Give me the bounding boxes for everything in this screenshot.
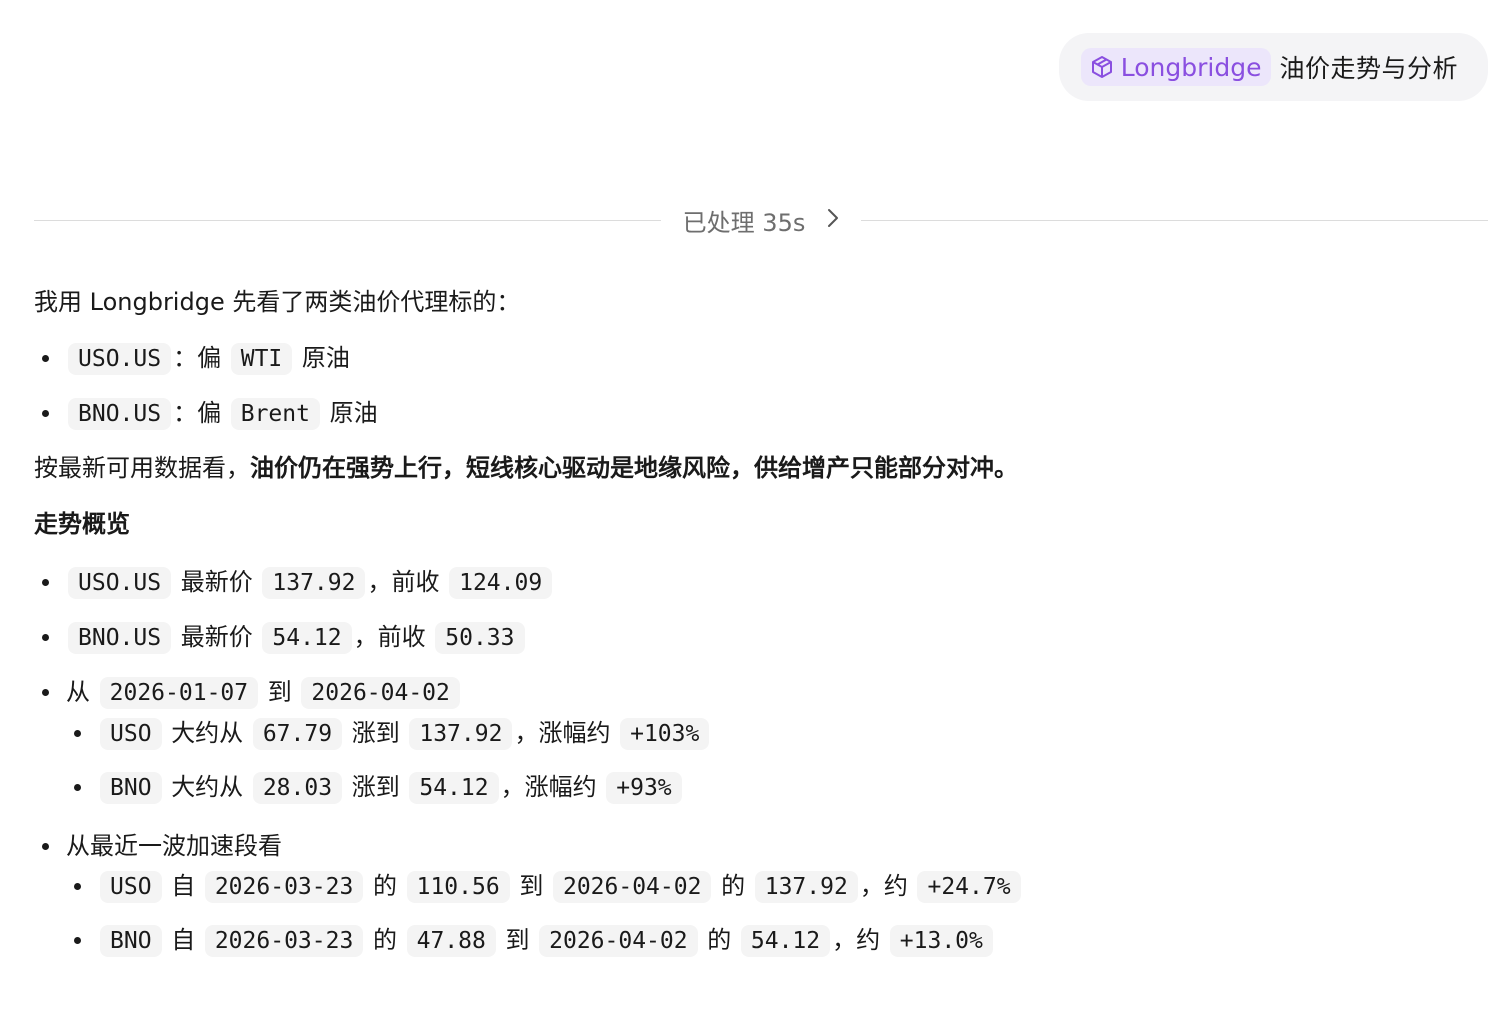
- proxy-list: USO.US ：偏 WTI 原油 BNO.US ：偏 Brent 原油: [34, 340, 1474, 432]
- answer-summary: 按最新可用数据看，油价仍在强势上行，短线核心驱动是地缘风险，供给增产只能部分对冲…: [34, 450, 1474, 486]
- summary-prefix: 按最新可用数据看，: [34, 454, 250, 482]
- date-code: 2026-04-02: [301, 677, 460, 709]
- ticker-code: BNO: [100, 925, 162, 957]
- list-item: BNO.US 最新价 54.12 ，前收 50.33: [34, 619, 1474, 656]
- value-code: 47.88: [406, 925, 496, 957]
- date-code: 2026-01-07: [99, 677, 259, 709]
- ticker-code: BNO: [100, 772, 162, 804]
- list-text: 从: [66, 678, 90, 706]
- value-code: 54.12: [409, 772, 499, 804]
- list-item: USO.US ：偏 WTI 原油: [34, 340, 1474, 377]
- list-text: ，涨幅约: [500, 773, 597, 801]
- user-message-bubble: Longbridge 油价走势与分析: [1058, 33, 1488, 101]
- divider-line-right: [861, 219, 1489, 221]
- prev-close: 50.33: [435, 622, 525, 654]
- divider-line-left: [34, 219, 661, 221]
- list-text: 从最近一波加速段看: [66, 832, 282, 860]
- ticker-code: BNO.US: [68, 622, 172, 654]
- list-text: 到: [519, 872, 544, 900]
- list-text: ，前收: [367, 568, 440, 596]
- prev-close: 124.09: [449, 567, 553, 599]
- list-text: 的: [372, 926, 397, 954]
- list-item: BNO 自 2026-03-23 的 47.88 到 2026-04-02 的 …: [66, 922, 1474, 959]
- list-text: ，前收: [353, 623, 426, 651]
- longbridge-mention-chip[interactable]: Longbridge: [1080, 48, 1272, 86]
- date-code: 2026-03-23: [204, 925, 364, 957]
- change-code: +103%: [620, 718, 710, 750]
- list-item: 从最近一波加速段看 USO 自 2026-03-23 的 110.56 到 20…: [34, 828, 1474, 959]
- list-text: 的: [721, 872, 746, 900]
- processed-label: 已处理 35s: [682, 208, 806, 237]
- summary-bold: 油价仍在强势上行，短线核心驱动是地缘风险，供给增产只能部分对冲。: [250, 454, 1018, 482]
- list-text: 最新价: [180, 623, 253, 651]
- list-text: 大约从: [171, 719, 244, 747]
- list-text: 的: [372, 872, 397, 900]
- date-code: 2026-04-02: [539, 925, 698, 957]
- change-code: +13.0%: [889, 925, 993, 957]
- value-code: 67.79: [252, 718, 343, 750]
- benchmark-code: WTI: [230, 343, 293, 375]
- value-code: 54.12: [740, 925, 831, 957]
- list-text: ，涨幅约: [514, 719, 611, 747]
- ticker-code: BNO.US: [68, 398, 172, 430]
- processed-divider: 已处理 35s: [34, 200, 1489, 240]
- list-text: 到: [505, 926, 530, 954]
- list-text: 自: [171, 872, 196, 900]
- list-item: 从 2026-01-07 到 2026-04-02 USO 大约从 67.79 …: [34, 674, 1474, 806]
- processed-toggle-button[interactable]: 已处理 35s: [661, 203, 862, 238]
- list-text: 涨到: [351, 773, 400, 801]
- trend-list: USO.US 最新价 137.92 ，前收 124.09 BNO.US 最新价 5…: [34, 564, 1474, 959]
- list-text: 自: [171, 926, 196, 954]
- list-item: BNO.US ：偏 Brent 原油: [34, 395, 1474, 432]
- ticker-code: USO.US: [68, 343, 172, 375]
- value-code: 137.92: [754, 871, 858, 903]
- list-text: ：偏: [173, 344, 222, 372]
- list-item: USO 大约从 67.79 涨到 137.92 ，涨幅约 +103%: [66, 715, 1474, 752]
- ticker-code: USO: [100, 718, 162, 750]
- list-item: USO 自 2026-03-23 的 110.56 到 2026-04-02 的…: [66, 868, 1474, 905]
- list-item: BNO 大约从 28.03 涨到 54.12 ，涨幅约 +93%: [66, 769, 1474, 806]
- latest-price: 54.12: [262, 622, 352, 654]
- user-message-text: 油价走势与分析: [1279, 54, 1458, 83]
- list-text: 原油: [329, 399, 378, 427]
- section-heading: 走势概览: [34, 510, 130, 538]
- longbridge-cube-icon: [1091, 55, 1113, 79]
- sub-list: USO 大约从 67.79 涨到 137.92 ，涨幅约 +103% BNO 大约…: [66, 715, 1474, 806]
- value-code: 110.56: [406, 871, 510, 903]
- list-item: USO.US 最新价 137.92 ，前收 124.09: [34, 564, 1474, 601]
- list-text: ，约: [832, 926, 881, 954]
- list-text: ：偏: [173, 399, 222, 427]
- chevron-right-icon: [827, 206, 839, 234]
- list-text: 原油: [301, 344, 350, 372]
- date-code: 2026-03-23: [204, 871, 364, 903]
- list-text: 的: [707, 926, 732, 954]
- list-text: 到: [267, 678, 292, 706]
- mention-label: Longbridge: [1120, 52, 1262, 82]
- sub-list: USO 自 2026-03-23 的 110.56 到 2026-04-02 的…: [66, 868, 1474, 959]
- list-text: ，约: [859, 872, 908, 900]
- assistant-answer: 我用 Longbridge 先看了两类油价代理标的： USO.US ：偏 WTI …: [34, 284, 1474, 977]
- value-code: 137.92: [409, 718, 513, 750]
- ticker-code: USO: [100, 871, 162, 903]
- answer-intro: 我用 Longbridge 先看了两类油价代理标的：: [34, 288, 521, 316]
- list-text: 涨到: [351, 719, 400, 747]
- list-text: 大约从: [171, 773, 244, 801]
- value-code: 28.03: [252, 772, 343, 804]
- change-code: +24.7%: [917, 871, 1021, 903]
- ticker-code: USO.US: [68, 567, 172, 599]
- change-code: +93%: [606, 772, 682, 804]
- date-code: 2026-04-02: [552, 871, 712, 903]
- latest-price: 137.92: [262, 567, 366, 599]
- benchmark-code: Brent: [230, 398, 320, 430]
- list-text: 最新价: [180, 568, 253, 596]
